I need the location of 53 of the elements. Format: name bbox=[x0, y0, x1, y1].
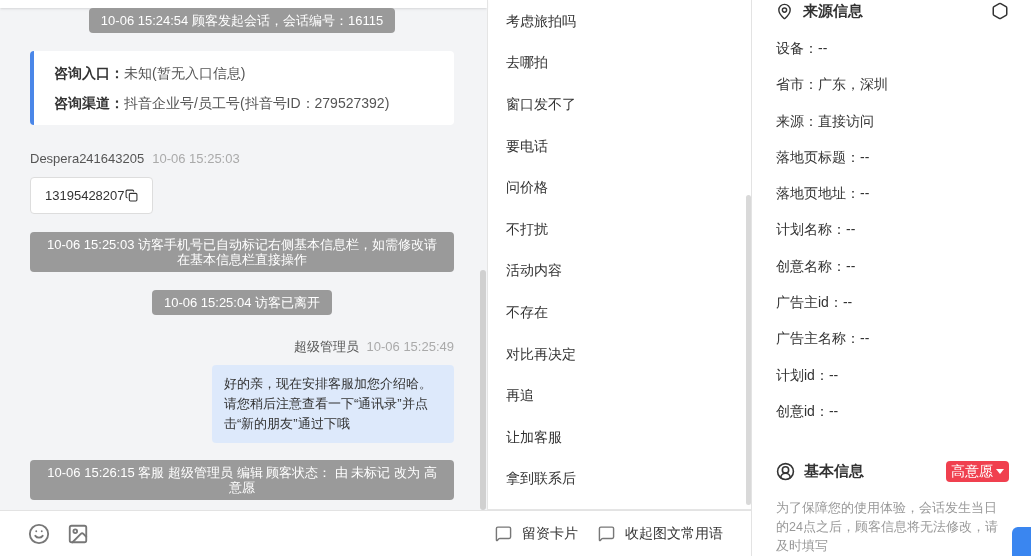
source-field: 落地页地址：-- bbox=[776, 185, 1009, 202]
source-field: 广告主id：-- bbox=[776, 294, 1009, 311]
toolbar-button[interactable]: 收起图文常用语 bbox=[598, 523, 723, 544]
user-icon bbox=[776, 461, 795, 481]
scrollbar[interactable] bbox=[480, 270, 486, 510]
section-title: 来源信息 bbox=[803, 0, 863, 21]
source-field: 计划名称：-- bbox=[776, 221, 1009, 238]
message-text: 13195428207 bbox=[45, 186, 125, 205]
sender-name: Despera241643205 bbox=[30, 150, 145, 168]
source-field: 设备：-- bbox=[776, 40, 1009, 56]
quick-reply-item[interactable]: 活动内容 bbox=[506, 249, 562, 292]
system-message: 10-06 15:26:15 客服 超级管理员 编辑 顾客状态： 由 未标记 改为 高意愿 bbox=[30, 459, 454, 500]
quick-reply-item[interactable]: 拿到联系后 bbox=[506, 457, 576, 500]
message-time: 10-06 15:25:03 bbox=[152, 150, 240, 168]
quick-reply-item[interactable]: 要电话 bbox=[506, 124, 548, 167]
message-time: 10-06 15:25:49 bbox=[366, 338, 454, 356]
message-icon bbox=[495, 525, 512, 542]
scrollbar[interactable] bbox=[746, 195, 751, 505]
emoji-icon[interactable] bbox=[28, 522, 50, 545]
system-message: 10-06 15:25:03 访客手机号已自动标记右侧基本信息栏，如需修改请在基本信息栏直接操作 bbox=[30, 232, 454, 272]
quick-reply-item[interactable]: 考虑旅拍吗 bbox=[506, 0, 576, 42]
quick-reply-item[interactable]: 去哪拍 bbox=[506, 41, 548, 84]
source-field: 计划id：-- bbox=[776, 366, 1009, 383]
copy-icon[interactable] bbox=[124, 188, 138, 202]
quick-reply-item[interactable]: 让加客服 bbox=[506, 415, 562, 458]
note-text: 为了保障您的使用体验，会话发生当日的24点之后，顾客信息将无法修改，请及时填写 bbox=[776, 500, 999, 556]
status-dropdown[interactable]: 高意愿 bbox=[946, 460, 1009, 482]
source-field: 省市：广东，深圳 bbox=[776, 76, 1009, 93]
quick-reply-item[interactable]: 不存在 bbox=[506, 291, 548, 333]
message-bubble: 好的亲，现在安排客服加您介绍哈。请您稍后注意查看一下“通讯录”并点击“新的朋友”通过下哦 bbox=[212, 364, 454, 443]
source-field: 落地页标题：-- bbox=[776, 148, 1009, 165]
system-message: 10-06 15:25:04 访客已离开 bbox=[151, 290, 333, 315]
location-pin-icon bbox=[776, 2, 793, 20]
quick-reply-item[interactable]: 对比再决定 bbox=[506, 332, 576, 375]
source-field: 创意id：-- bbox=[776, 402, 1009, 419]
caret-icon bbox=[996, 468, 1004, 474]
toolbar-button[interactable]: 留资卡片 bbox=[495, 523, 578, 544]
info-value: 未知(暂无入口信息) bbox=[124, 64, 246, 83]
section-title: 基本信息 bbox=[804, 460, 864, 481]
info-label: 咨询入口： bbox=[54, 64, 124, 83]
message-icon bbox=[598, 525, 615, 542]
info-value: 抖音企业号/员工号(抖音号ID：279527392) bbox=[124, 94, 390, 113]
quick-reply-item[interactable]: 问价格 bbox=[506, 166, 548, 208]
quick-reply-item[interactable]: 窗口发不了 bbox=[506, 83, 576, 125]
sender-name: 超级管理员 bbox=[293, 338, 359, 356]
source-field: 广告主名称：-- bbox=[776, 330, 1009, 347]
source-field: 创意名称：-- bbox=[776, 257, 1009, 274]
quick-reply-item[interactable]: 再追 bbox=[506, 374, 534, 416]
source-field: 来源：直接访问 bbox=[776, 112, 1009, 129]
system-message: 10-06 15:24:54 顾客发起会话，会话编号：16115 bbox=[88, 8, 396, 33]
quick-reply-item[interactable]: 不打扰 bbox=[506, 207, 548, 250]
image-icon[interactable] bbox=[67, 522, 89, 545]
info-label: 咨询渠道： bbox=[54, 94, 124, 113]
